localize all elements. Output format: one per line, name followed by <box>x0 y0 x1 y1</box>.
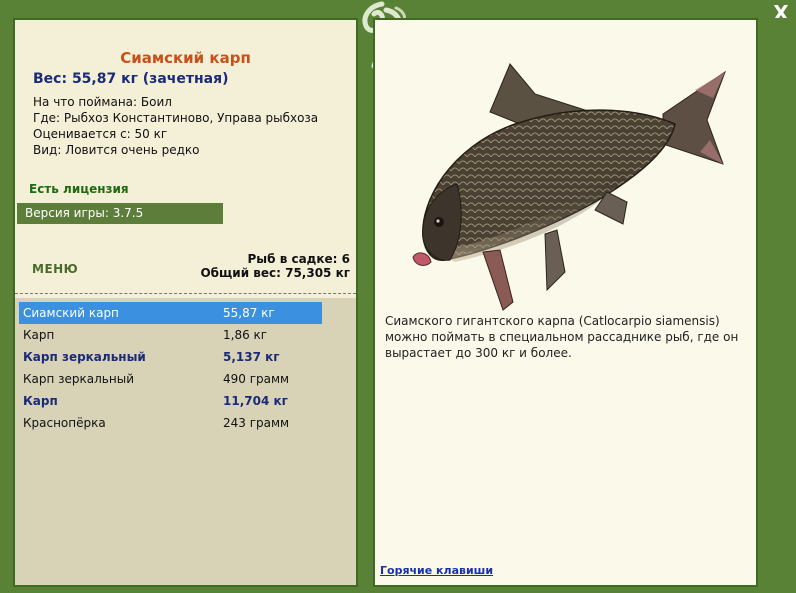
list-item-weight: 490 грамм <box>223 372 290 386</box>
fish-weight: Вес: 55,87 кг (зачетная) <box>33 71 229 87</box>
list-item-name: Сиамский карп <box>23 306 119 320</box>
fish-description: Сиамского гигантского карпа (Catlocarpio… <box>385 314 739 360</box>
list-item-weight: 5,137 кг <box>223 350 280 364</box>
fish-count: Рыб в садке: 6 <box>247 252 351 266</box>
fish-image <box>412 63 727 311</box>
right-frame-strip <box>758 18 796 593</box>
list-item[interactable]: Карп зеркальный 5,137 кг <box>19 346 322 368</box>
fish-title: Сиамский карп <box>120 49 251 67</box>
list-item[interactable]: Сиамский карп 55,87 кг <box>19 302 322 324</box>
bait-line: На что поймана: Боил <box>33 95 172 109</box>
list-item-weight: 11,704 кг <box>223 394 288 408</box>
list-item-weight: 1,86 кг <box>223 328 268 342</box>
rating-line: Оценивается с: 50 кг <box>33 127 168 141</box>
list-item-name: Краснопёрка <box>23 416 106 430</box>
keepnet-stats: Рыб в садке: 6 Общий вес: 75,305 кг <box>200 252 350 280</box>
location-line: Где: Рыбхоз Константиново, Управа рыбхоз… <box>33 111 319 125</box>
list-item-weight: 55,87 кг <box>223 306 275 320</box>
list-item[interactable]: Карп 11,704 кг <box>19 390 322 412</box>
list-item-name: Карп <box>23 394 58 408</box>
fish-details: На что поймана: Боил Где: Рыбхоз Констан… <box>33 94 318 158</box>
total-weight: Общий вес: 75,305 кг <box>200 266 350 280</box>
menu-button[interactable]: МЕНЮ <box>32 262 78 276</box>
fish-description-panel: Сиамского гигантского карпа (Catlocarpio… <box>373 18 758 587</box>
app-frame: X Сиамский карп Вес: 55,87 кг (зачетная)… <box>0 0 796 593</box>
hotkeys-link[interactable]: Горячие клавиши <box>380 564 493 577</box>
list-item[interactable]: Карп зеркальный 490 грамм <box>19 368 322 390</box>
list-item-name: Карп <box>23 328 55 342</box>
list-item-weight: 243 грамм <box>223 416 290 430</box>
rarity-line: Вид: Ловится очень редко <box>33 143 200 157</box>
list-item[interactable]: Краснопёрка 243 грамм <box>19 412 322 434</box>
list-item-name: Карп зеркальный <box>23 372 134 386</box>
list-item-name: Карп зеркальный <box>23 350 146 364</box>
divider <box>15 293 356 294</box>
catch-list[interactable]: Сиамский карп 55,87 кг Карп 1,86 кг Карп… <box>19 302 322 434</box>
version-bar: Версия игры: 3.7.5 <box>17 203 223 224</box>
license-status: Есть лицензия <box>29 182 129 196</box>
fish-info-panel: Сиамский карп Вес: 55,87 кг (зачетная) Н… <box>13 18 358 587</box>
list-item[interactable]: Карп 1,86 кг <box>19 324 322 346</box>
